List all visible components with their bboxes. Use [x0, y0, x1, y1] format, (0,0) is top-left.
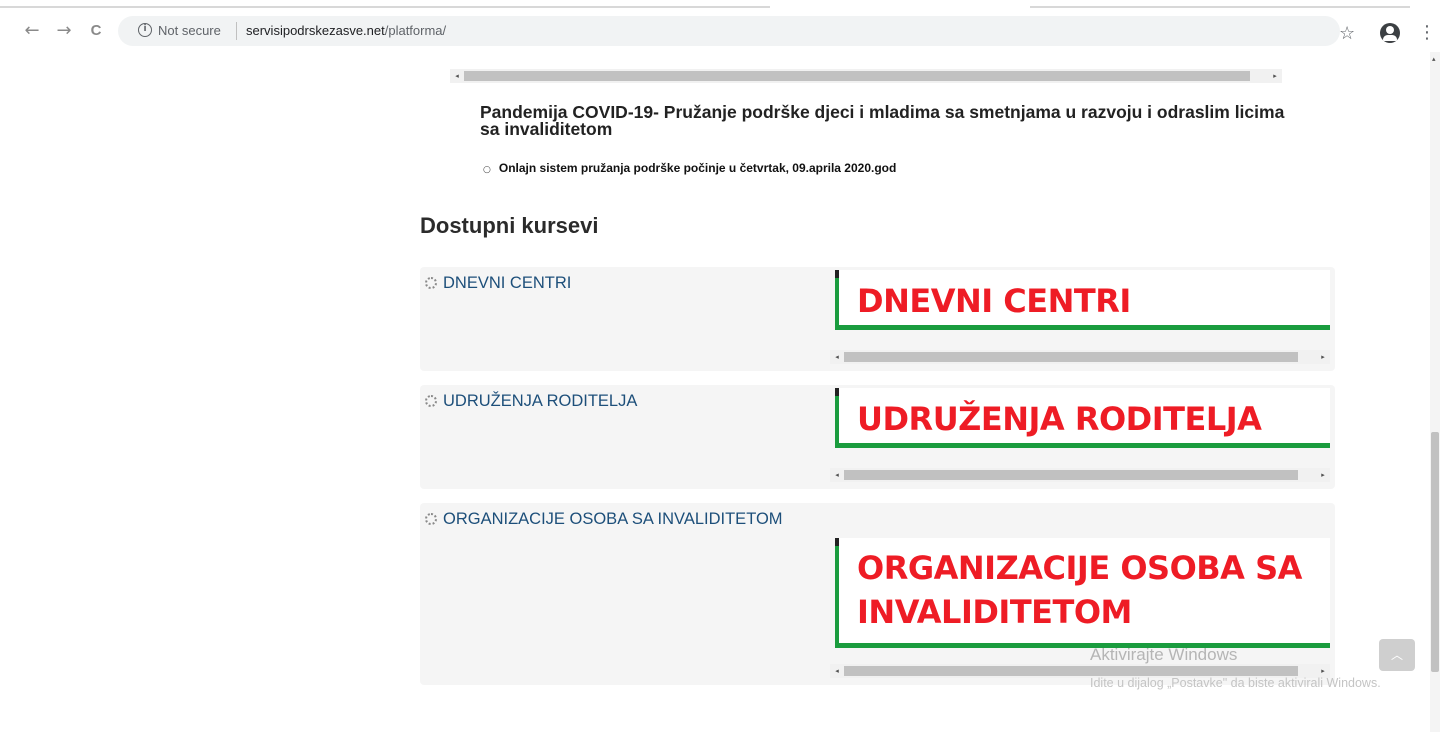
banner-text: DNEVNI CENTRI — [857, 282, 1131, 320]
scroll-up-arrow-icon[interactable]: ▴ — [1432, 55, 1436, 63]
announcement-bullet-text: Onlajn sistem pružanja podrške počinje u… — [498, 161, 897, 175]
banner-text-line2: INVALIDITETOM — [857, 593, 1132, 631]
tab-strip — [0, 0, 1440, 10]
banner-text-line1: ORGANIZACIJE OSOBA SA — [857, 549, 1302, 587]
page-scrollbar[interactable]: ▴ — [1430, 52, 1440, 732]
banner-bottom-bar — [835, 643, 1330, 648]
course-hscroll[interactable]: ◂ ▸ — [830, 468, 1330, 482]
page-scrollbar-thumb[interactable] — [1431, 432, 1439, 672]
back-to-top-button[interactable]: ︿ — [1379, 639, 1415, 671]
browser-toolbar: ← → C i Not secure servisipodrskezasve.n… — [0, 10, 1440, 52]
scroll-right-arrow-icon[interactable]: ▸ — [1316, 350, 1330, 364]
banner-left-bar — [835, 388, 839, 448]
tab-edge — [1030, 6, 1410, 8]
announcement-title: Pandemija COVID-19- Pružanje podrške dje… — [480, 102, 1285, 139]
forward-icon[interactable]: → — [52, 19, 76, 43]
bullet-icon: ○ — [483, 165, 491, 175]
banner-bottom-bar — [835, 325, 1330, 330]
omnibox-divider — [236, 22, 237, 40]
security-status[interactable]: Not secure — [158, 23, 221, 38]
back-icon[interactable]: ← — [20, 19, 44, 43]
scroll-right-arrow-icon[interactable]: ▸ — [1316, 468, 1330, 482]
banner-text: UDRUŽENJA RODITELJA — [857, 400, 1262, 438]
announcement-hscroll[interactable]: ◂ ▸ — [450, 69, 1282, 83]
banner-left-bar — [835, 270, 839, 330]
star-icon[interactable]: ☆ — [1339, 23, 1355, 44]
banner-left-cap — [835, 538, 839, 546]
course-link[interactable]: UDRUŽENJA RODITELJA — [425, 392, 637, 411]
banner-left-cap — [835, 270, 839, 278]
account-icon[interactable] — [1380, 23, 1400, 43]
hscroll-thumb[interactable] — [464, 71, 1250, 81]
scroll-left-arrow-icon[interactable]: ◂ — [450, 69, 464, 83]
info-icon[interactable]: i — [138, 23, 152, 37]
course-link[interactable]: DNEVNI CENTRI — [425, 274, 571, 293]
menu-icon[interactable]: ⋮ — [1418, 22, 1436, 43]
course-banner[interactable]: ORGANIZACIJE OSOBA SA INVALIDITETOM — [835, 538, 1330, 648]
banner-bottom-bar — [835, 443, 1330, 448]
course-name: DNEVNI CENTRI — [443, 274, 572, 292]
course-box-udruzenja-roditelja: UDRUŽENJA RODITELJA UDRUŽENJA RODITELJA … — [420, 385, 1335, 489]
banner-left-bar — [835, 538, 839, 648]
windows-activation-text: Idite u dijalog „Postavke" da biste akti… — [1090, 676, 1381, 690]
course-name: ORGANIZACIJE OSOBA SA INVALIDITETOM — [443, 510, 783, 528]
windows-activation-title: Aktivirajte Windows — [1090, 645, 1238, 664]
scroll-left-arrow-icon[interactable]: ◂ — [830, 468, 844, 482]
reload-icon[interactable]: C — [84, 19, 108, 43]
course-hscroll[interactable]: ◂ ▸ — [830, 350, 1330, 364]
hscroll-thumb[interactable] — [844, 352, 1298, 362]
course-banner[interactable]: DNEVNI CENTRI — [835, 270, 1330, 330]
hscroll-thumb[interactable] — [844, 470, 1298, 480]
url-host: servisipodrskezasve.net — [246, 23, 385, 38]
course-box-dnevni-centri: DNEVNI CENTRI DNEVNI CENTRI ◂ ▸ — [420, 267, 1335, 371]
scroll-left-arrow-icon[interactable]: ◂ — [830, 350, 844, 364]
scroll-left-arrow-icon[interactable]: ◂ — [830, 664, 844, 678]
address-bar[interactable]: i Not secure servisipodrskezasve.net/pla… — [118, 16, 1340, 46]
announcement-bullet: ○ Onlajn sistem pružanja podrške počinje … — [483, 161, 896, 175]
url-text[interactable]: servisipodrskezasve.net/platforma/ — [246, 23, 446, 38]
course-banner[interactable]: UDRUŽENJA RODITELJA — [835, 388, 1330, 448]
scroll-right-arrow-icon[interactable]: ▸ — [1268, 69, 1282, 83]
courses-heading: Dostupni kursevi — [420, 213, 599, 238]
course-icon — [425, 277, 437, 289]
course-icon — [425, 513, 437, 525]
course-link[interactable]: ORGANIZACIJE OSOBA SA INVALIDITETOM — [425, 510, 783, 529]
url-path: /platforma/ — [384, 23, 447, 38]
tab-edge — [0, 6, 770, 8]
banner-left-cap — [835, 388, 839, 396]
course-name: UDRUŽENJA RODITELJA — [443, 392, 638, 410]
course-icon — [425, 395, 437, 407]
